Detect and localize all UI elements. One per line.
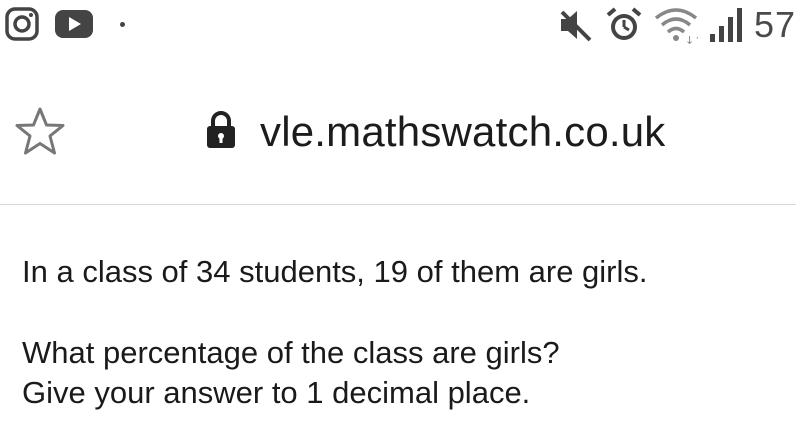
lock-icon: [204, 110, 238, 155]
url-text: vle.mathswatch.co.uk: [260, 108, 666, 155]
notification-dot: [120, 21, 125, 27]
alarm-icon: [604, 5, 644, 45]
battery-percentage: 57: [753, 4, 796, 45]
status-bar-right: ↓↑ 57: [556, 4, 796, 46]
question-text-line2: What percentage of the class are girls?: [22, 335, 560, 370]
address-bar-divider: [0, 204, 796, 205]
url-field[interactable]: vle.mathswatch.co.uk: [204, 108, 666, 156]
status-bar-left: [4, 6, 125, 42]
signal-icon: [708, 6, 744, 44]
star-outline-icon: [13, 106, 67, 163]
instagram-icon: [4, 6, 40, 42]
status-bar: ↓↑ 57: [0, 0, 796, 54]
question-text-line3: Give your answer to 1 decimal place.: [22, 375, 531, 410]
svg-text:↓↑: ↓↑: [685, 34, 698, 44]
question-content: In a class of 34 students, 19 of them ar…: [22, 252, 792, 413]
bookmark-button[interactable]: [12, 106, 68, 162]
question-text-line1: In a class of 34 students, 19 of them ar…: [22, 254, 648, 289]
mute-icon: [556, 6, 594, 44]
youtube-icon: [54, 9, 94, 39]
wifi-icon: ↓↑: [654, 6, 698, 44]
address-bar: vle.mathswatch.co.uk: [0, 90, 796, 182]
